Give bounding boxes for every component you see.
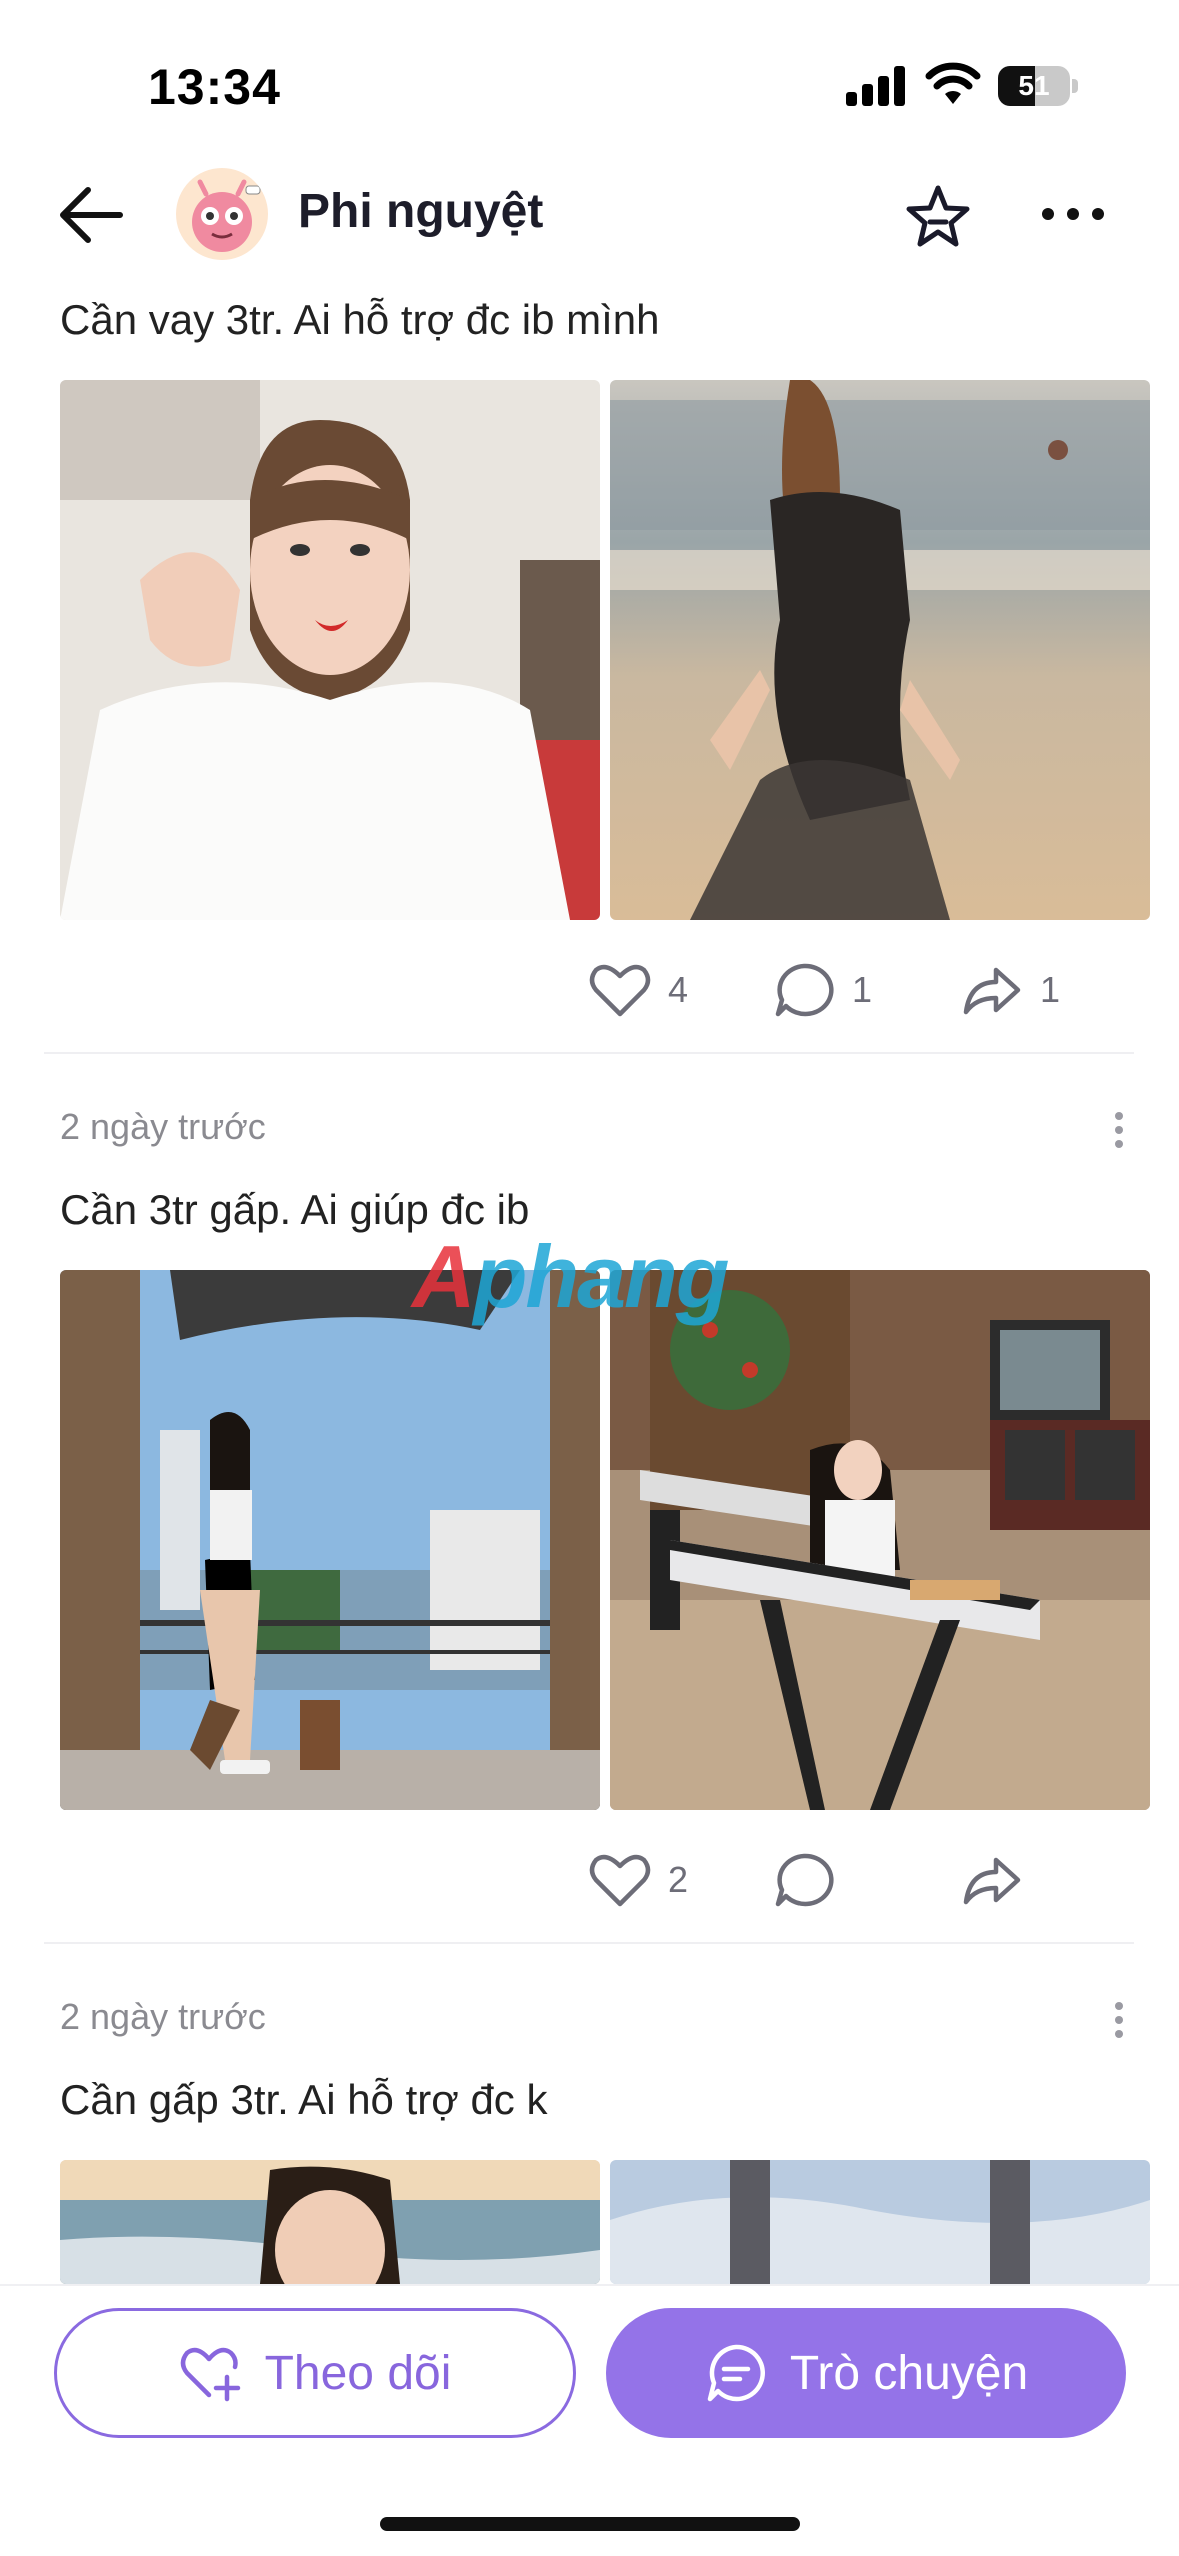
profile-name[interactable]: Phi nguyệt xyxy=(298,184,543,239)
post-2-photo-2[interactable] xyxy=(610,1270,1150,1810)
watermark-part-1: A xyxy=(412,1227,476,1326)
post-2-like-count: 2 xyxy=(668,1859,689,1900)
post-1-like-button[interactable]: 4 xyxy=(588,960,688,1020)
post-1-photo-1[interactable] xyxy=(60,380,600,920)
post-divider xyxy=(44,1052,1134,1054)
post-2-more-icon[interactable] xyxy=(1112,1110,1126,1150)
bottom-action-bar: Theo dõi Trò chuyện xyxy=(0,2284,1179,2556)
post-3-time: 2 ngày trước xyxy=(60,1996,266,2037)
post-divider xyxy=(44,1942,1134,1944)
cellular-signal-icon xyxy=(846,66,906,106)
star-icon[interactable] xyxy=(900,180,976,256)
post-1-text: Cần vay 3tr. Ai hỗ trợ đc ib mình xyxy=(60,296,660,343)
watermark-part-2: phang xyxy=(473,1227,730,1326)
comment-icon xyxy=(775,1853,834,1907)
back-arrow-icon[interactable] xyxy=(54,180,130,250)
post-1-photo-2[interactable] xyxy=(610,380,1150,920)
chat-button[interactable]: Trò chuyện xyxy=(606,2308,1126,2438)
post-3-photo-2[interactable] xyxy=(610,2160,1150,2284)
wifi-icon xyxy=(925,62,981,104)
heart-plus-icon xyxy=(180,2347,240,2402)
battery-level: 51 xyxy=(1018,70,1050,101)
post-1-like-count: 4 xyxy=(668,969,689,1010)
chat-button-label: Trò chuyện xyxy=(789,2346,1029,2400)
comment-icon xyxy=(775,963,834,1017)
post-2-time: 2 ngày trước xyxy=(60,1106,266,1147)
post-2-photo-1[interactable] xyxy=(60,1270,600,1810)
post-2-like-button[interactable]: 2 xyxy=(588,1850,688,1910)
heart-icon xyxy=(589,1854,651,1907)
more-horizontal-icon[interactable] xyxy=(1038,194,1108,234)
post-2-share-button[interactable] xyxy=(960,1850,1040,1910)
battery-icon: 51 xyxy=(998,66,1078,106)
avatar[interactable] xyxy=(176,168,268,260)
post-1-share-count: 1 xyxy=(1040,969,1061,1010)
post-1-comment-button[interactable]: 1 xyxy=(772,960,872,1020)
post-3-more-icon[interactable] xyxy=(1112,2000,1126,2040)
status-bar: 13:34 51 xyxy=(0,0,1179,150)
profile-posts-screen: 13:34 51 Phi nguyệt Cần vay 3tr. Ai hỗ t… xyxy=(0,0,1179,2556)
follow-button-label: Theo dõi xyxy=(264,2346,452,2400)
post-2-comment-button[interactable] xyxy=(772,1850,852,1910)
post-1-comment-count: 1 xyxy=(852,969,873,1010)
chat-bubble-icon xyxy=(707,2344,765,2402)
share-icon xyxy=(963,967,1021,1015)
profile-header: Phi nguyệt xyxy=(0,160,1179,270)
share-icon xyxy=(963,1857,1021,1905)
watermark-logo: Aphang xyxy=(412,1226,730,1328)
post-3-text: Cần gấp 3tr. Ai hỗ trợ đc k xyxy=(60,2076,548,2123)
post-1-share-button[interactable]: 1 xyxy=(960,960,1060,1020)
post-3-photo-1[interactable] xyxy=(60,2160,600,2284)
follow-button[interactable]: Theo dõi xyxy=(54,2308,576,2438)
status-time: 13:34 xyxy=(148,59,281,115)
heart-icon xyxy=(589,964,651,1017)
home-indicator xyxy=(380,2517,800,2531)
